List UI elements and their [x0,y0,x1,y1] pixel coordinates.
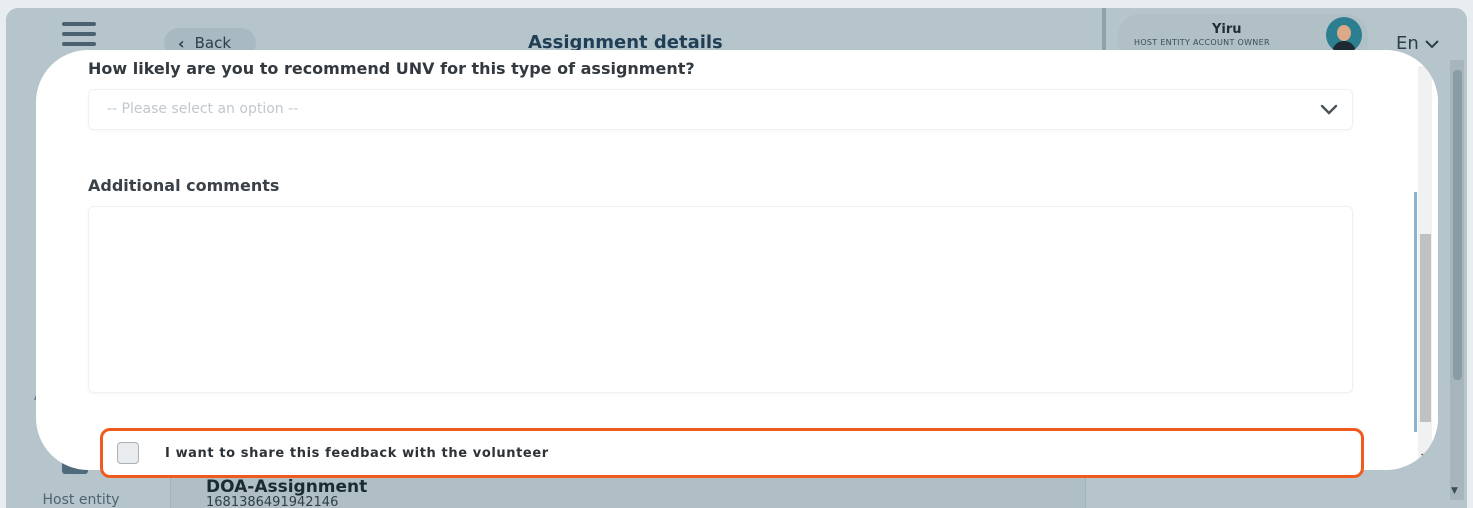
chevron-down-icon [1320,104,1338,115]
hamburger-icon[interactable] [62,22,96,48]
recommend-question-label: How likely are you to recommend UNV for … [88,59,695,78]
share-feedback-checkbox[interactable] [117,442,139,464]
modal-scrollbar[interactable]: ▲ ▼ [1414,50,1438,470]
assignment-id: 1681386491942146 [206,495,339,508]
recommend-select[interactable]: -- Please select an option -- [88,89,1353,130]
user-role: HOST ENTITY ACCOUNT OWNER [1134,38,1270,47]
sidebar-item-host-entity[interactable]: Host entity account [40,492,122,508]
share-feedback-row[interactable]: I want to share this feedback with the v… [100,428,1364,478]
chevron-down-icon [1424,40,1439,49]
recommend-select-placeholder: -- Please select an option -- [107,101,299,117]
feedback-modal: How likely are you to recommend UNV for … [36,50,1438,470]
page-scrollbar[interactable]: ▼ [1450,60,1464,500]
scroll-down-arrow-icon[interactable]: ▼ [1421,452,1427,461]
user-name: Yiru [1212,22,1242,37]
scroll-up-arrow-icon[interactable]: ▲ [1421,53,1427,62]
comments-textarea[interactable] [88,206,1353,393]
scroll-down-arrow-icon[interactable]: ▼ [1451,486,1458,496]
scroll-focus-accent [1414,192,1417,432]
avatar[interactable] [1326,17,1362,53]
share-feedback-label[interactable]: I want to share this feedback with the v… [165,446,549,461]
assignment-title: DOA-Assignment [206,477,368,497]
page-scrollbar-thumb[interactable] [1453,70,1462,380]
modal-scrollbar-thumb[interactable] [1420,234,1431,422]
comments-label: Additional comments [88,176,280,195]
